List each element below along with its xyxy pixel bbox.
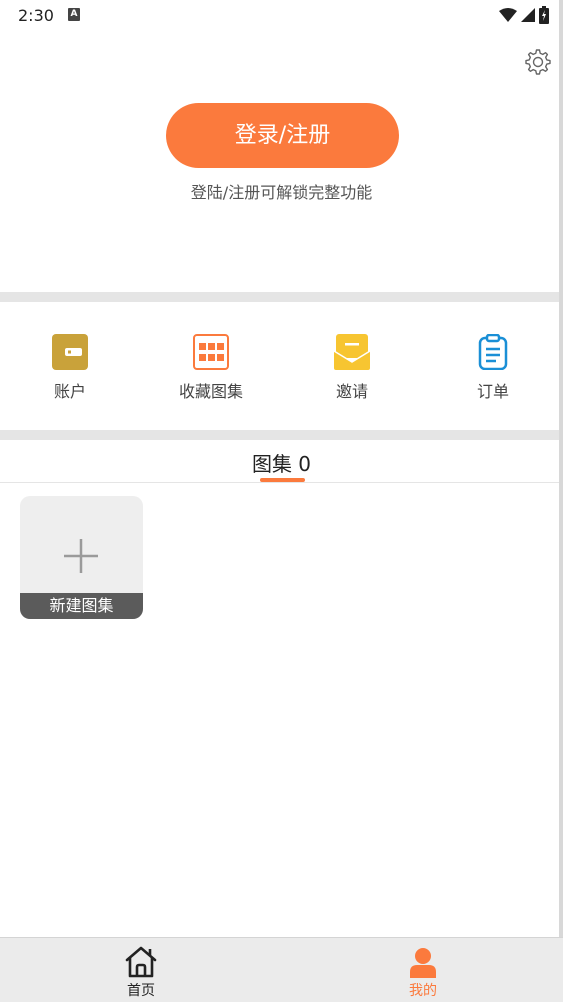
section-divider xyxy=(0,430,563,440)
mail-icon xyxy=(333,334,371,370)
login-register-button[interactable]: 登录/注册 xyxy=(166,103,399,168)
home-icon xyxy=(125,946,157,978)
shortcut-favorites-label: 收藏图集 xyxy=(178,382,243,401)
shortcut-orders[interactable]: 订单 xyxy=(423,333,563,404)
clipboard-icon xyxy=(475,333,511,371)
nav-home[interactable]: 首页 xyxy=(81,946,201,1002)
nav-profile-label: 我的 xyxy=(409,983,437,999)
wallet-icon xyxy=(52,334,88,370)
shortcut-invite-label: 邀请 xyxy=(335,382,368,401)
status-bar: 2:30 A xyxy=(0,0,563,32)
shortcut-invite[interactable]: 邀请 xyxy=(282,334,422,404)
grid-collection-icon xyxy=(193,334,229,370)
shortcut-orders-label: 订单 xyxy=(476,382,509,401)
tab-albums[interactable]: 图集 0 xyxy=(0,448,563,477)
bottom-navigation: 首页 我的 xyxy=(0,937,563,1002)
new-album-label: 新建图集 xyxy=(20,593,143,619)
shortcut-account[interactable]: 账户 xyxy=(0,334,140,404)
cellular-icon xyxy=(521,8,535,22)
new-album-card[interactable]: 新建图集 xyxy=(20,496,143,619)
scrollbar-edge xyxy=(559,0,563,937)
login-hint-text: 登陆/注册可解锁完整功能 xyxy=(190,183,373,202)
profile-icon xyxy=(410,948,436,978)
shortcut-account-label: 账户 xyxy=(53,382,86,401)
settings-gear-icon[interactable] xyxy=(523,48,551,76)
nav-profile[interactable]: 我的 xyxy=(363,946,483,1002)
section-divider xyxy=(0,292,563,302)
plus-icon xyxy=(64,539,98,573)
battery-icon xyxy=(539,6,549,24)
notification-a-icon: A xyxy=(68,8,80,21)
wifi-icon xyxy=(499,8,517,22)
nav-home-label: 首页 xyxy=(127,983,155,999)
status-icons xyxy=(499,6,549,24)
status-time: 2:30 xyxy=(18,6,54,25)
shortcut-favorites[interactable]: 收藏图集 xyxy=(141,334,281,404)
tab-divider xyxy=(0,482,563,483)
